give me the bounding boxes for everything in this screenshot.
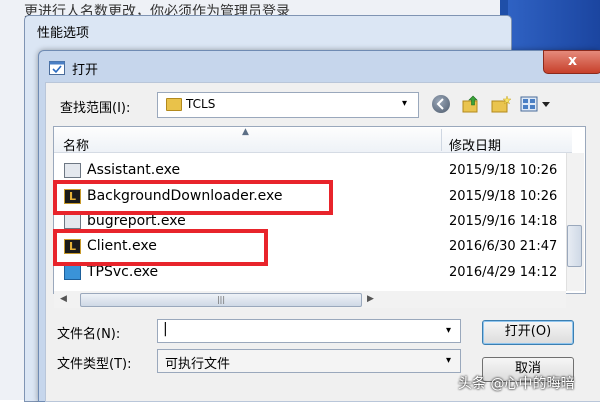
chevron-down-icon[interactable]: ▾ [446,325,451,336]
back-icon[interactable] [432,95,450,113]
watermark: 头条 @心中的晦暗 [458,376,575,392]
file-name[interactable]: Assistant.exe [87,162,180,178]
chevron-down-icon[interactable]: ▾ [446,355,451,366]
column-divider[interactable] [441,129,442,151]
up-folder-icon[interactable] [461,94,481,114]
close-button[interactable]: x [543,50,600,74]
file-date: 2015/9/18 10:26 [449,163,558,178]
look-in-label: 查找范围(I): [60,101,131,116]
text-caret: | [163,321,168,337]
service-icon [64,265,81,280]
column-header-date[interactable]: 修改日期 [449,135,501,154]
file-date: 2016/4/29 14:12 [449,265,558,280]
vertical-scrollbar[interactable] [566,153,584,291]
file-name-label: 文件名(N): [57,327,121,342]
chevron-down-icon[interactable]: ▾ [402,98,407,109]
open-dialog-title: 打开 [72,63,99,78]
new-folder-icon[interactable] [490,94,512,114]
performance-options-title: 性能选项 [37,26,90,41]
file-type-value: 可执行文件 [165,357,231,372]
file-name-input[interactable] [157,319,461,343]
file-date: 2016/6/30 21:47 [449,239,558,254]
highlight-box-client [53,229,268,266]
open-dialog-app-icon [49,61,65,75]
file-name[interactable]: TPSvc.exe [87,264,158,280]
look-in-value: TCLS [186,97,216,111]
exe-window-icon [64,163,81,178]
generic-exe-icon [64,214,81,229]
view-menu-icon[interactable] [520,95,552,113]
folder-icon [166,98,182,111]
file-type-label: 文件类型(T): [57,357,132,372]
open-button[interactable]: 打开(O) [482,320,574,345]
file-date: 2015/9/18 10:26 [449,189,558,204]
scroll-right-icon[interactable]: ▶ [367,294,374,304]
scroll-left-icon[interactable]: ◀ [60,294,67,304]
horizontal-scroll-thumb[interactable]: ||| [80,293,362,307]
vertical-scroll-thumb[interactable] [567,225,582,267]
column-header-name[interactable]: 名称 [63,135,89,154]
sort-ascending-icon: ▲ [242,127,249,137]
file-date: 2015/9/16 14:18 [449,214,558,229]
file-name[interactable]: bugreport.exe [87,213,186,229]
highlight-box-background-downloader [53,180,333,215]
